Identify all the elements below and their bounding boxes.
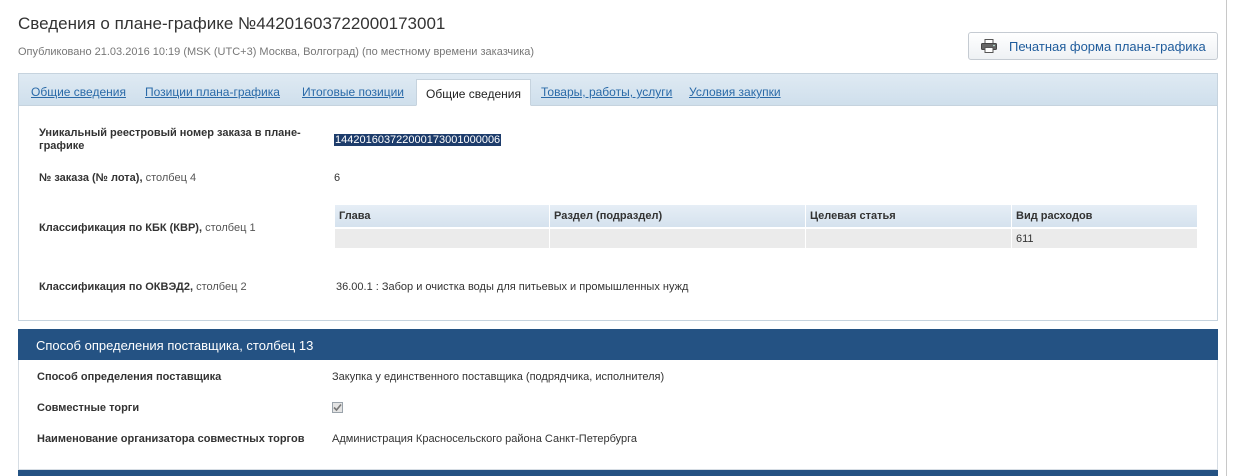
print-form-label: Печатная форма плана-графика — [1009, 38, 1206, 54]
joint-tenders-label: Совместные торги — [37, 402, 140, 414]
kbk-header-target: Целевая статья — [805, 205, 1012, 228]
next-section-header — [18, 470, 1218, 476]
publish-info: Опубликовано 21.03.2016 10:19 (MSK (UTC+… — [18, 46, 535, 58]
kbk-cell-expense-type: 611 — [1011, 227, 1198, 248]
method-label: Способ определения поставщика — [37, 371, 222, 383]
okved-label: Классификация по ОКВЭД2, столбец 2 — [39, 281, 247, 293]
page-title: Сведения о плане-графике №44201603722000… — [18, 14, 446, 33]
checkmark-icon — [333, 403, 342, 412]
supplier-section-header: Способ определения поставщика, столбец 1… — [18, 329, 1218, 360]
tab-general-info[interactable]: Общие сведения — [31, 85, 126, 99]
kbk-header-section: Раздел (подраздел) — [549, 205, 806, 228]
tab-summary-positions[interactable]: Итоговые позиции — [302, 85, 404, 99]
print-form-button[interactable]: Печатная форма плана-графика — [968, 32, 1218, 60]
tab-goods-works-services[interactable]: Товары, работы, услуги — [541, 85, 672, 99]
kbk-header-expense-type: Вид расходов — [1011, 205, 1198, 228]
kbk-header-row: Глава Раздел (подраздел) Целевая статья … — [335, 205, 1198, 228]
table-row: 611 — [335, 227, 1198, 248]
kbk-table: Глава Раздел (подраздел) Целевая статья … — [335, 205, 1198, 248]
kbk-label: Классификация по КБК (КВР), столбец 1 — [39, 222, 256, 234]
joint-tenders-checkbox[interactable] — [332, 402, 343, 413]
kbk-header-chapter: Глава — [335, 205, 550, 228]
kbk-cell-section — [549, 227, 806, 248]
okved-value: 36.00.1 : Забор и очистка воды для питье… — [336, 281, 689, 293]
printer-icon — [981, 39, 997, 53]
kbk-cell-target — [805, 227, 1012, 248]
reg-number-label: Уникальный реестровый номер заказа в пла… — [39, 127, 301, 152]
organizer-label: Наименование организатора совместных тор… — [37, 433, 305, 445]
tab-panel: Общие сведения Позиции плана-графика Ито… — [18, 73, 1218, 321]
tab-purchase-conditions[interactable]: Условия закупки — [689, 85, 781, 99]
tab-general-info-active[interactable]: Общие сведения — [416, 79, 531, 106]
order-number-value: 6 — [334, 172, 341, 184]
method-value: Закупка у единственного поставщика (подр… — [332, 371, 665, 383]
tab-bar: Общие сведения Позиции плана-графика Ито… — [19, 74, 1217, 106]
kbk-cell-chapter — [335, 227, 550, 248]
order-number-label: № заказа (№ лота), столбец 4 — [39, 172, 197, 184]
tab-plan-positions[interactable]: Позиции плана-графика — [145, 85, 280, 99]
supplier-section-body: Способ определения поставщика Закупка у … — [18, 360, 1218, 470]
reg-number-value: 144201603722000173001000006 — [334, 134, 502, 146]
organizer-value: Администрация Красносельского района Сан… — [332, 433, 638, 445]
